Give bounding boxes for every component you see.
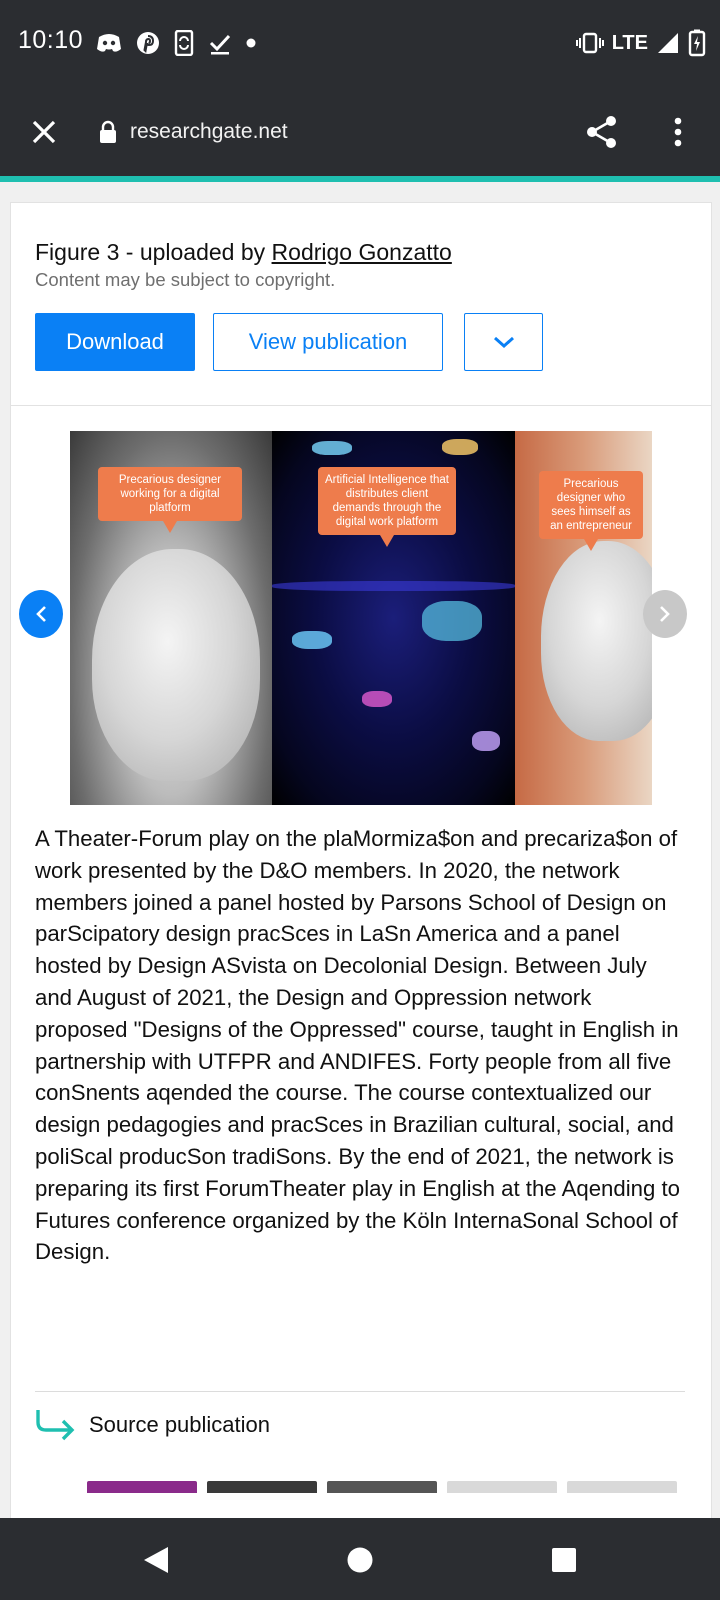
home-circle-icon [347,1547,373,1573]
copyright-note: Content may be subject to copyright. [35,269,336,290]
system-navigation-bar [0,1518,720,1600]
browser-toolbar: researchgate.net [0,88,720,176]
home-button[interactable] [340,1540,380,1580]
close-button[interactable] [22,110,66,154]
thumbnail[interactable] [207,1481,317,1493]
uploader-link[interactable]: Rodrigo Gonzatto [272,239,452,265]
glitch-mark [442,439,478,455]
chevron-right-icon [660,606,670,622]
glitch-mark [292,631,332,649]
thumbnail[interactable] [567,1481,677,1493]
url-bar[interactable]: researchgate.net [98,114,288,150]
image-panel-center: Artificial Intelligence that distributes… [272,431,515,805]
dot-icon [246,38,256,48]
divider [35,1391,685,1392]
mask-face [541,541,652,741]
thumbnail[interactable] [447,1481,557,1493]
status-time: 10:10 [18,26,84,54]
image-panel-right: Precarious designer who sees himself as … [515,431,652,805]
back-triangle-icon [144,1547,168,1573]
glitch-mark [312,441,352,455]
discord-icon [97,34,121,52]
system-icons: LTE [575,28,706,58]
recents-square-icon [552,1548,576,1572]
back-button[interactable] [136,1540,176,1580]
more-actions-dropdown[interactable] [464,313,543,371]
share-icon [587,116,616,148]
url-text: researchgate.net [130,120,288,143]
thumbnail[interactable] [87,1481,197,1493]
image-panel-left: Precarious designer working for a digita… [70,431,272,805]
figure-caption: A Theater-Forum play on the plaMormiza$o… [35,826,681,1265]
download-button[interactable]: Download [35,313,195,371]
speech-bubble-1: Precarious designer working for a digita… [98,467,242,534]
source-thumbnails [87,1481,677,1493]
arrow-turn-right-icon [36,1410,75,1441]
more-vert-icon [674,117,682,147]
phone-sync-icon [174,30,194,56]
chevron-left-icon [36,606,46,622]
glitch-mark [422,601,482,641]
view-publication-button[interactable]: View publication [213,313,443,371]
close-icon [32,120,56,144]
network-type: LTE [611,31,648,54]
source-publication-label: Source publication [89,1412,271,1437]
next-figure-button[interactable] [643,590,687,638]
notification-icons [96,28,256,58]
glitch-mark [272,581,515,591]
speech-bubble-3: Precarious designer who sees himself as … [539,471,643,552]
previous-figure-button[interactable] [19,590,63,638]
vibrate-icon [575,32,604,54]
share-button[interactable] [580,110,624,154]
checkmark-icon [209,34,231,55]
recents-button[interactable] [544,1540,584,1580]
signal-icon [658,33,678,53]
mask-face [92,549,260,781]
glitch-mark [362,691,392,707]
battery-charging-icon [688,29,706,57]
lock-icon [100,120,116,143]
pinterest-icon [137,32,159,54]
chevron-down-icon [493,336,514,349]
figure-card: Figure 3 - uploaded by Rodrigo Gonzatto … [10,202,712,1532]
status-bar: 10:10 LTE [0,0,720,88]
divider [11,405,711,406]
figure-title: Figure 3 - uploaded by Rodrigo Gonzatto [35,239,452,266]
figure-prefix: Figure 3 - uploaded by [35,239,272,265]
glitch-mark [472,731,500,751]
thumbnail[interactable] [327,1481,437,1493]
figure-image[interactable]: Precarious designer working for a digita… [70,431,652,805]
source-publication-row[interactable]: Source publication [35,1405,270,1445]
more-options-button[interactable] [656,110,700,154]
speech-bubble-2: Artificial Intelligence that distributes… [318,467,456,548]
